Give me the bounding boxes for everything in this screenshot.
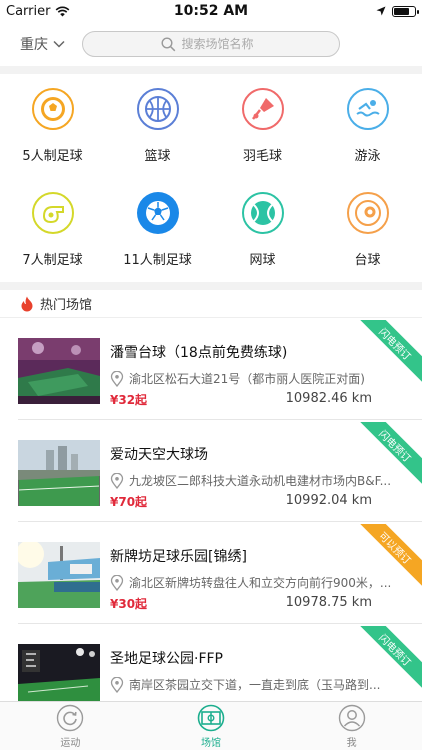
venue-address-row: 南岸区茶园立交下道，一直走到底（玉马路到... bbox=[110, 676, 392, 693]
venue-name: 潘雪台球（18点前免费练球) bbox=[110, 345, 288, 361]
category-label: 台球 bbox=[354, 253, 381, 268]
category-grid: 5人制足球 篮球 羽毛球 游泳 7人制足球 11人制足球 网球 台球 bbox=[0, 74, 422, 286]
status-bar: Carrier 10:52 AM bbox=[0, 0, 422, 22]
hot-venues-header: 热门场馆 bbox=[0, 290, 422, 318]
category-7-a-side-football[interactable]: 7人制足球 bbox=[0, 192, 105, 268]
venue-price: ¥30起 bbox=[110, 597, 148, 611]
flame-icon bbox=[21, 296, 33, 311]
location-pin-icon bbox=[110, 370, 124, 387]
carrier-label: Carrier bbox=[6, 3, 51, 19]
wifi-icon bbox=[56, 6, 70, 16]
tennis-ball-icon bbox=[241, 192, 284, 234]
venue-address-row: 渝北区新牌坊转盘往人和立交方向前行900米，... bbox=[110, 574, 392, 591]
soccer-ball-icon bbox=[31, 88, 74, 130]
category-label: 网球 bbox=[249, 253, 276, 268]
venue-address-row: 渝北区松石大道21号（都市丽人医院正对面) bbox=[110, 370, 392, 387]
category-badminton[interactable]: 羽毛球 bbox=[210, 88, 315, 164]
venue-price: ¥32起 bbox=[110, 393, 148, 407]
search-box[interactable] bbox=[82, 31, 340, 57]
venue-address: 渝北区松石大道21号（都市丽人医院正对面) bbox=[129, 372, 365, 386]
location-pin-icon bbox=[110, 676, 124, 693]
battery-icon bbox=[392, 5, 419, 17]
category-basketball[interactable]: 篮球 bbox=[105, 88, 210, 164]
rooftop-pitch-photo bbox=[18, 440, 100, 506]
category-5-a-side-football[interactable]: 5人制足球 bbox=[0, 88, 105, 164]
status-left: Carrier bbox=[6, 4, 70, 19]
category-billiards[interactable]: 台球 bbox=[315, 192, 420, 268]
venue-name: 爱动天空大球场 bbox=[110, 447, 208, 463]
search-icon bbox=[160, 36, 175, 51]
category-label: 篮球 bbox=[144, 149, 171, 164]
city-label: 重庆 bbox=[20, 37, 48, 53]
billiards-icon bbox=[346, 192, 389, 234]
tab-label: 运动 bbox=[60, 737, 81, 749]
venue-item[interactable]: 潘雪台球（18点前免费练球) 渝北区松石大道21号（都市丽人医院正对面) ¥32… bbox=[0, 320, 422, 420]
venue-item[interactable]: 新牌坊足球乐园[锦绣] 渝北区新牌坊转盘往人和立交方向前行900米，... ¥3… bbox=[0, 524, 422, 624]
location-pin-icon bbox=[110, 574, 124, 591]
tab-bar: 运动 场馆 我 bbox=[0, 701, 422, 750]
tab-venues[interactable]: 场馆 bbox=[141, 702, 282, 750]
category-label: 游泳 bbox=[354, 149, 381, 164]
venue-address: 渝北区新牌坊转盘往人和立交方向前行900米，... bbox=[129, 576, 392, 590]
venue-distance: 10992.04 km bbox=[285, 493, 372, 508]
venue-price: ¥70起 bbox=[110, 495, 148, 509]
football-park-photo bbox=[18, 542, 100, 608]
soccer-ball-icon bbox=[136, 192, 179, 234]
venue-item[interactable]: 圣地足球公园·FFP 南岸区茶园立交下道，一直走到底（玉马路到... 闪电预订 bbox=[0, 626, 422, 701]
divider bbox=[18, 623, 422, 624]
refresh-circle-icon bbox=[57, 704, 84, 731]
category-label: 5人制足球 bbox=[22, 149, 83, 164]
search-input[interactable] bbox=[181, 37, 262, 51]
category-label: 7人制足球 bbox=[22, 253, 83, 268]
venue-distance: 10982.46 km bbox=[285, 391, 372, 406]
divider bbox=[18, 419, 422, 420]
category-11-a-side-football[interactable]: 11人制足球 bbox=[105, 192, 210, 268]
category-tennis[interactable]: 网球 bbox=[210, 192, 315, 268]
tab-label: 我 bbox=[346, 737, 357, 749]
divider bbox=[18, 521, 422, 522]
category-swimming[interactable]: 游泳 bbox=[315, 88, 420, 164]
pitch-icon bbox=[197, 704, 225, 731]
basketball-icon bbox=[136, 88, 179, 130]
section-title: 热门场馆 bbox=[40, 298, 93, 313]
city-selector[interactable]: 重庆 bbox=[20, 34, 82, 54]
tab-me[interactable]: 我 bbox=[281, 702, 422, 750]
venue-item[interactable]: 爱动天空大球场 九龙坡区二郎科技大道永动机电建材市场内B&F... ¥70起 1… bbox=[0, 422, 422, 522]
venue-name: 圣地足球公园·FFP bbox=[110, 651, 223, 667]
status-right bbox=[376, 5, 419, 17]
section-divider bbox=[0, 282, 422, 290]
venue-address-row: 九龙坡区二郎科技大道永动机电建材市场内B&F... bbox=[110, 472, 392, 489]
chevron-down-icon bbox=[53, 40, 65, 48]
tab-sport[interactable]: 运动 bbox=[0, 702, 141, 750]
header-divider bbox=[0, 66, 422, 74]
venue-address: 九龙坡区二郎科技大道永动机电建材市场内B&F... bbox=[129, 474, 392, 488]
night-pitch-photo bbox=[18, 644, 100, 701]
venue-address: 南岸区茶园立交下道，一直走到底（玉马路到... bbox=[129, 678, 381, 692]
venue-name: 新牌坊足球乐园[锦绣] bbox=[110, 549, 247, 565]
badminton-icon bbox=[241, 88, 284, 130]
user-icon bbox=[338, 704, 365, 731]
venue-distance: 10978.75 km bbox=[285, 595, 372, 610]
search-header: 重庆 bbox=[0, 22, 422, 66]
category-label: 11人制足球 bbox=[123, 253, 192, 268]
location-arrow-icon bbox=[376, 6, 386, 16]
tab-label: 场馆 bbox=[201, 737, 221, 749]
location-pin-icon bbox=[110, 472, 124, 489]
billiard-hall-photo bbox=[18, 338, 100, 404]
category-label: 羽毛球 bbox=[242, 149, 282, 164]
swimming-icon bbox=[346, 88, 389, 130]
whistle-icon bbox=[31, 192, 74, 234]
